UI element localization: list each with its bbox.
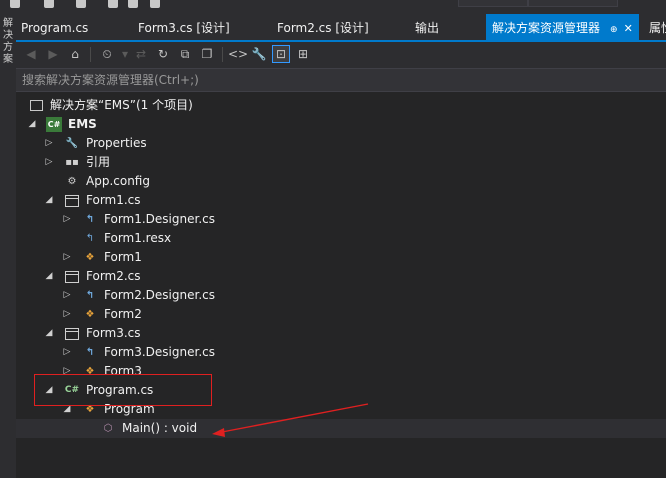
annotation-arrow	[212, 403, 369, 437]
